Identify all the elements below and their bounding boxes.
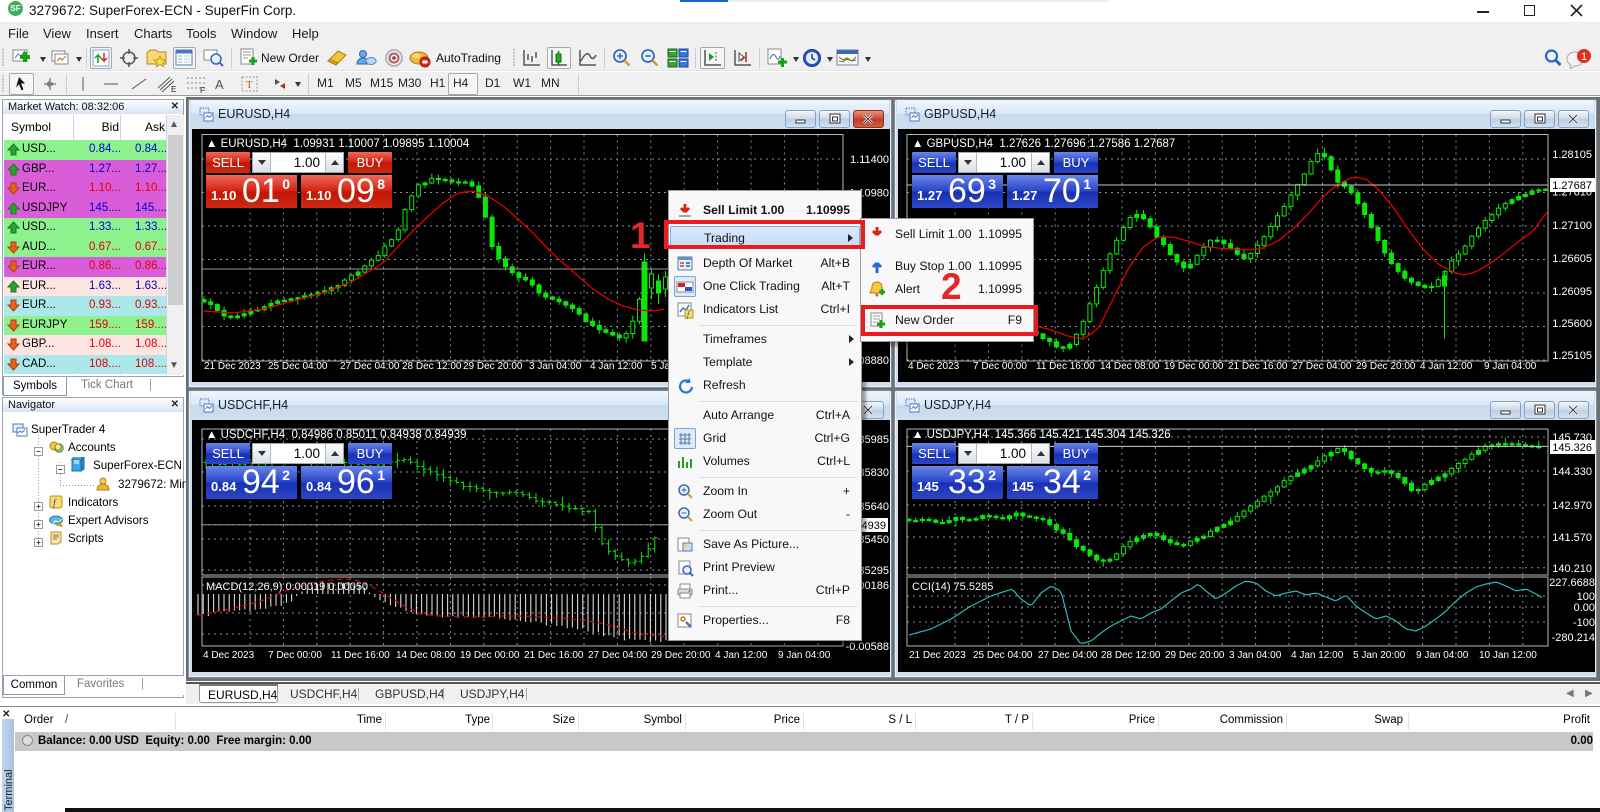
svg-text:10 Jan 12:00: 10 Jan 12:00 (1479, 650, 1537, 661)
svg-text:19 Dec 00:00: 19 Dec 00:00 (460, 650, 520, 661)
svg-text:144.330: 144.330 (1552, 466, 1592, 478)
svg-text:29 Dec 20:00: 29 Dec 20:00 (1165, 650, 1225, 661)
svg-text:14 Dec 08:00: 14 Dec 08:00 (1100, 361, 1160, 372)
svg-text:1.25105: 1.25105 (1552, 350, 1592, 362)
svg-text:140.210: 140.210 (1552, 563, 1592, 575)
svg-text:1.27687: 1.27687 (1552, 180, 1592, 192)
svg-text:7 Dec 00:00: 7 Dec 00:00 (268, 650, 322, 661)
svg-text:21 Dec 16:00: 21 Dec 16:00 (524, 650, 584, 661)
svg-text:9 Jan 04:00: 9 Jan 04:00 (778, 650, 831, 661)
svg-text:4 Jan 12:00: 4 Jan 12:00 (1420, 361, 1473, 372)
svg-text:29 Dec 20:00: 29 Dec 20:00 (463, 361, 523, 372)
svg-text:141.570: 141.570 (1552, 532, 1592, 544)
svg-text:11 Dec 16:00: 11 Dec 16:00 (331, 650, 390, 661)
svg-text:Terminal: Terminal (3, 769, 14, 811)
svg-text:9 Jan 04:00: 9 Jan 04:00 (1416, 650, 1469, 661)
svg-text:21 Dec 16:00: 21 Dec 16:00 (1228, 361, 1288, 372)
svg-text:T: T (246, 79, 253, 91)
svg-text:28 Dec 12:00: 28 Dec 12:00 (402, 361, 462, 372)
svg-text:3 Jan 04:00: 3 Jan 04:00 (1229, 650, 1282, 661)
svg-text:1.26095: 1.26095 (1552, 286, 1592, 298)
svg-text:27 Dec 04:00: 27 Dec 04:00 (1038, 650, 1098, 661)
svg-text:28 Dec 12:00: 28 Dec 12:00 (1101, 650, 1161, 661)
svg-text:25 Dec 04:00: 25 Dec 04:00 (973, 650, 1033, 661)
svg-text:9 Jan 04:00: 9 Jan 04:00 (1484, 361, 1537, 372)
svg-text:227.6688: 227.6688 (1549, 577, 1595, 589)
svg-text:E: E (171, 85, 176, 94)
svg-text:1.28105: 1.28105 (1552, 149, 1592, 161)
svg-text:4 Jan 12:00: 4 Jan 12:00 (715, 650, 768, 661)
svg-text:14 Dec 08:00: 14 Dec 08:00 (396, 650, 456, 661)
svg-text:1.25600: 1.25600 (1552, 318, 1592, 330)
svg-text:142.970: 142.970 (1552, 500, 1592, 512)
svg-text:0.00: 0.00 (1574, 602, 1595, 614)
svg-text:1.26605: 1.26605 (1552, 253, 1592, 265)
svg-text:4 Dec 2023: 4 Dec 2023 (203, 650, 255, 661)
svg-text:CCI(14) 75.5285: CCI(14) 75.5285 (912, 581, 993, 593)
svg-text:3 Jan 04:00: 3 Jan 04:00 (529, 361, 582, 372)
svg-text:1.27100: 1.27100 (1552, 220, 1592, 232)
svg-text:MACD(12,26,9) 0.00019 0.00050: MACD(12,26,9) 0.00019 0.00050 (206, 581, 368, 593)
svg-text:27 Dec 04:00: 27 Dec 04:00 (1292, 361, 1352, 372)
svg-text:5 Jan 20:00: 5 Jan 20:00 (1353, 650, 1406, 661)
svg-text:25 Dec 04:00: 25 Dec 04:00 (268, 361, 328, 372)
svg-text:27 Dec 04:00: 27 Dec 04:00 (588, 650, 648, 661)
svg-text:1.11400: 1.11400 (850, 154, 889, 166)
svg-text:27 Dec 04:00: 27 Dec 04:00 (340, 361, 400, 372)
svg-text:-100: -100 (1573, 617, 1595, 629)
svg-text:21 Dec 2023: 21 Dec 2023 (909, 650, 966, 661)
svg-text:-0.00588: -0.00588 (846, 641, 889, 653)
svg-text:19 Dec 00:00: 19 Dec 00:00 (1164, 361, 1224, 372)
svg-text:-280.214: -280.214 (1552, 632, 1595, 644)
svg-text:4 Jan 12:00: 4 Jan 12:00 (1291, 650, 1344, 661)
svg-text:F: F (200, 86, 205, 94)
svg-text:145.326: 145.326 (1552, 442, 1592, 454)
svg-text:4 Jan 12:00: 4 Jan 12:00 (590, 361, 643, 372)
svg-text:4 Dec 2023: 4 Dec 2023 (908, 361, 960, 372)
svg-text:29 Dec 20:00: 29 Dec 20:00 (651, 650, 711, 661)
svg-text:29 Dec 20:00: 29 Dec 20:00 (1356, 361, 1416, 372)
svg-text:11 Dec 16:00: 11 Dec 16:00 (1036, 361, 1095, 372)
svg-text:1: 1 (1581, 51, 1587, 63)
svg-text:7 Dec 00:00: 7 Dec 00:00 (973, 361, 1027, 372)
svg-text:21 Dec 2023: 21 Dec 2023 (204, 361, 261, 372)
